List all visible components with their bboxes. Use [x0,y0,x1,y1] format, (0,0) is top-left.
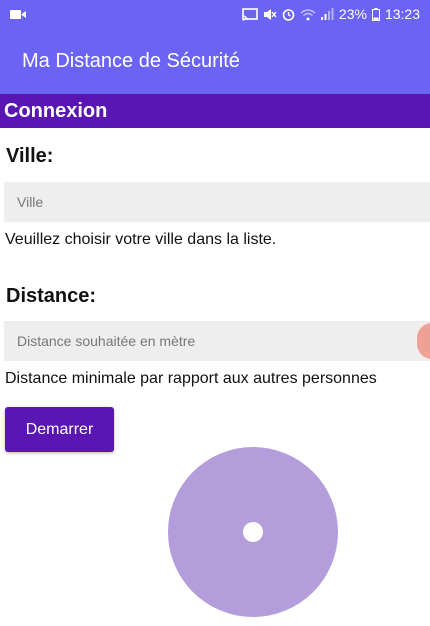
status-bar: 23% 13:23 [0,0,430,28]
ville-input[interactable] [4,182,430,222]
cast-icon [242,7,258,21]
wifi-icon [300,8,316,20]
video-camera-icon [10,9,26,19]
mute-icon [263,8,277,20]
clock: 13:23 [384,6,420,22]
section-header: Connexion [0,94,430,128]
distance-help-text: Distance minimale par rapport aux autres… [5,370,377,387]
distance-input[interactable] [4,321,430,361]
signal-icon [320,8,334,20]
start-button[interactable]: Demarrer [5,407,114,452]
distance-label: Distance: [6,285,97,307]
section-title: Connexion [4,99,108,122]
battery-icon [371,7,380,21]
ville-label: Ville: [6,145,54,167]
app-title: Ma Distance de Sécurité [22,49,240,72]
battery-percent: 23% [338,6,367,22]
ville-help-text: Veuillez choisir votre ville dans la lis… [5,231,277,248]
alarm-icon [282,8,295,21]
app-bar: Ma Distance de Sécurité [0,28,430,94]
radar-center-dot [243,522,263,542]
